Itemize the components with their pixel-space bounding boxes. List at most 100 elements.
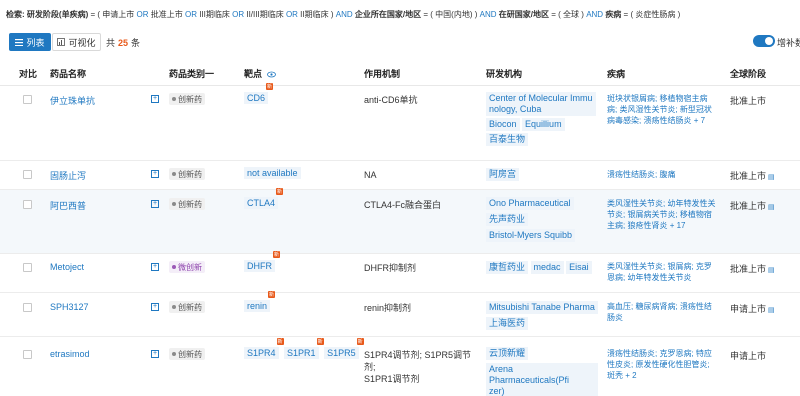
disease-list: 高血压; 糖尿病肾病; 溃疡性结 肠炎 — [607, 301, 727, 323]
row-checkbox[interactable] — [23, 350, 32, 359]
target-list: S1PR4 新 S1PR1 新 S1PR5 新 — [244, 338, 364, 359]
disease-list: 类风湿性关节炎; 银屑病; 克罗 恩病; 幼年特发性关节炎 — [607, 261, 727, 283]
target-chip[interactable]: S1PR4 新 — [244, 338, 284, 359]
target-chip[interactable]: CTLA4 新 — [244, 188, 284, 209]
disease-line[interactable]: 恩病; 幼年特发性关节炎 — [607, 272, 727, 283]
row-checkbox[interactable] — [23, 170, 32, 179]
document-icon[interactable]: ▤ — [768, 267, 775, 274]
tab-list-view[interactable]: 列表 — [9, 33, 51, 51]
query-paren: ) — [581, 10, 584, 19]
mechanism-text: CTLA4-Fc融合蛋白 — [364, 200, 442, 210]
disease-line[interactable]: 性皮炎; 原发性硬化性胆管炎; — [607, 359, 727, 370]
target-chip[interactable]: not available — [244, 167, 301, 179]
table-header: 对比 药品名称 药品类别一 靶点 作用机制 研发机构 疾病 全球阶段 — [0, 58, 800, 86]
target-chip[interactable]: S1PR5 新 — [324, 338, 364, 359]
target-chip[interactable]: DHFR 新 — [244, 251, 280, 272]
category-tag: 微创新 — [169, 261, 205, 273]
query-field: 研发阶段(单疾病) — [26, 10, 89, 19]
target-label: S1PR5 — [327, 348, 356, 358]
disease-line[interactable]: 溃疡性结肠炎; 腹痛 — [607, 169, 675, 180]
category-tag: 创新药 — [169, 198, 205, 210]
org-chip[interactable]: 云顶新耀 — [486, 347, 529, 360]
disease-line[interactable]: 斑秃 — [607, 371, 623, 380]
disease-line[interactable]: 肠炎 — [607, 312, 727, 323]
org-chip[interactable]: Bristol-Myers Squibb — [486, 229, 576, 242]
document-icon[interactable]: ▤ — [768, 204, 775, 211]
target-label: S1PR4 — [247, 348, 276, 358]
expand-icon[interactable]: + — [151, 263, 159, 271]
row-checkbox[interactable] — [23, 263, 32, 272]
col-drug-name: 药品名称 — [50, 69, 87, 79]
org-chip[interactable]: medac — [530, 261, 564, 274]
disease-line[interactable]: 溃疡性结肠炎; 克罗恩病; 特应 — [607, 348, 727, 359]
org-chip[interactable]: Center of Molecular Immu nology, Cuba — [486, 92, 596, 116]
disease-line[interactable]: 节炎; 银屑病关节炎; 移植物宿 — [607, 209, 727, 220]
expand-icon[interactable]: + — [151, 95, 159, 103]
col-target: 靶点 — [244, 67, 276, 80]
disease-line[interactable]: 主病; 狼疮性肾炎 — [607, 221, 667, 230]
target-label: DHFR — [247, 261, 272, 271]
drug-name-link[interactable]: 伊立珠单抗 — [50, 94, 95, 107]
disease-line[interactable]: 类风湿性关节炎; 幼年特发性关 — [607, 198, 727, 209]
disease-line[interactable]: 斑块状银屑病; 移植物宿主病 — [607, 93, 727, 104]
target-chip[interactable]: S1PR1 新 — [284, 338, 324, 359]
eye-icon[interactable] — [266, 71, 276, 78]
disease-line[interactable]: 病毒感染; 溃疡性结肠炎 — [607, 116, 691, 125]
query-eq: = — [551, 10, 556, 19]
org-chip[interactable]: 上海医药 — [486, 317, 529, 330]
document-icon[interactable]: ▤ — [768, 174, 775, 181]
new-badge: 新 — [276, 188, 284, 195]
query-op: OR — [184, 10, 197, 19]
tab-visualization[interactable]: 可视化 — [52, 33, 101, 51]
query-paren: ( — [630, 10, 634, 19]
org-chip[interactable]: Eisai — [566, 261, 592, 274]
query-value: 中国(内地) — [435, 10, 473, 19]
drug-name-link[interactable]: 阿巴西普 — [50, 199, 86, 212]
drug-name-link[interactable]: etrasimod — [50, 349, 90, 359]
org-chip[interactable]: Ono Pharmaceutical — [486, 197, 574, 210]
org-chip[interactable]: Mitsubishi Tanabe Pharma — [486, 301, 598, 314]
expand-icon[interactable]: + — [151, 303, 159, 311]
org-chip[interactable]: Equillium — [522, 118, 565, 131]
drug-name-link[interactable]: 固肠止泻 — [50, 169, 86, 182]
global-phase-label: 批准上市 — [730, 201, 767, 211]
org-list: Ono Pharmaceutical 先声药业 Bristol-Myers Sq… — [486, 197, 598, 242]
drug-name-link[interactable]: SPH3127 — [50, 302, 89, 312]
global-phase: 批准上市 ▤ — [730, 199, 775, 212]
mechanism-line: S1PR1调节剂 — [364, 374, 420, 384]
drug-name-link[interactable]: Metoject — [50, 262, 84, 272]
query-paren: ) — [677, 10, 681, 19]
new-badge: 新 — [356, 338, 364, 345]
col-global-phase: 全球阶段 — [730, 69, 767, 79]
toolbar: 列表 可视化 共 25 条 增补数 — [0, 30, 800, 52]
target-chip[interactable]: CD6 新 — [244, 83, 274, 104]
more-diseases-link[interactable]: + 2 — [625, 371, 636, 380]
row-checkbox[interactable] — [23, 200, 32, 209]
more-diseases-link[interactable]: + 7 — [694, 116, 705, 125]
org-chip[interactable]: 先声药业 — [486, 213, 529, 226]
category-tag: 创新药 — [169, 301, 205, 313]
org-list: Mitsubishi Tanabe Pharma 上海医药 — [486, 301, 598, 330]
expand-icon[interactable]: + — [151, 200, 159, 208]
org-chip[interactable]: 阿房宫 — [486, 168, 520, 181]
row-checkbox[interactable] — [23, 303, 32, 312]
table-row: Metoject + 微创新 DHFR 新 DHFR抑制剂 康哲药业 medac … — [0, 251, 800, 293]
document-icon[interactable]: ▤ — [768, 307, 775, 314]
target-chip[interactable]: renin 新 — [244, 291, 276, 312]
disease-line[interactable]: 类风湿性关节炎; 银屑病; 克罗 — [607, 261, 727, 272]
expand-icon[interactable]: + — [151, 350, 159, 358]
row-checkbox[interactable] — [23, 95, 32, 104]
disease-line[interactable]: 病; 类风湿性关节炎; 新型冠状 — [607, 104, 727, 115]
org-chip[interactable]: 百泰生物 — [486, 133, 529, 146]
new-badge: 新 — [266, 83, 274, 90]
supplement-toggle[interactable] — [753, 35, 775, 47]
org-chip[interactable]: Biocon — [486, 118, 520, 131]
more-diseases-link[interactable]: + 17 — [670, 221, 686, 230]
expand-icon[interactable]: + — [151, 170, 159, 178]
org-chip[interactable]: Arena Pharmaceuticals(Pfi zer) — [486, 363, 598, 396]
disease-line[interactable]: 高血压; 糖尿病肾病; 溃疡性结 — [607, 301, 727, 312]
query-paren: ( — [430, 10, 433, 19]
query-value: 全球 — [563, 10, 580, 19]
org-chip[interactable]: 康哲药业 — [486, 261, 529, 274]
query-eq: = — [623, 10, 629, 19]
